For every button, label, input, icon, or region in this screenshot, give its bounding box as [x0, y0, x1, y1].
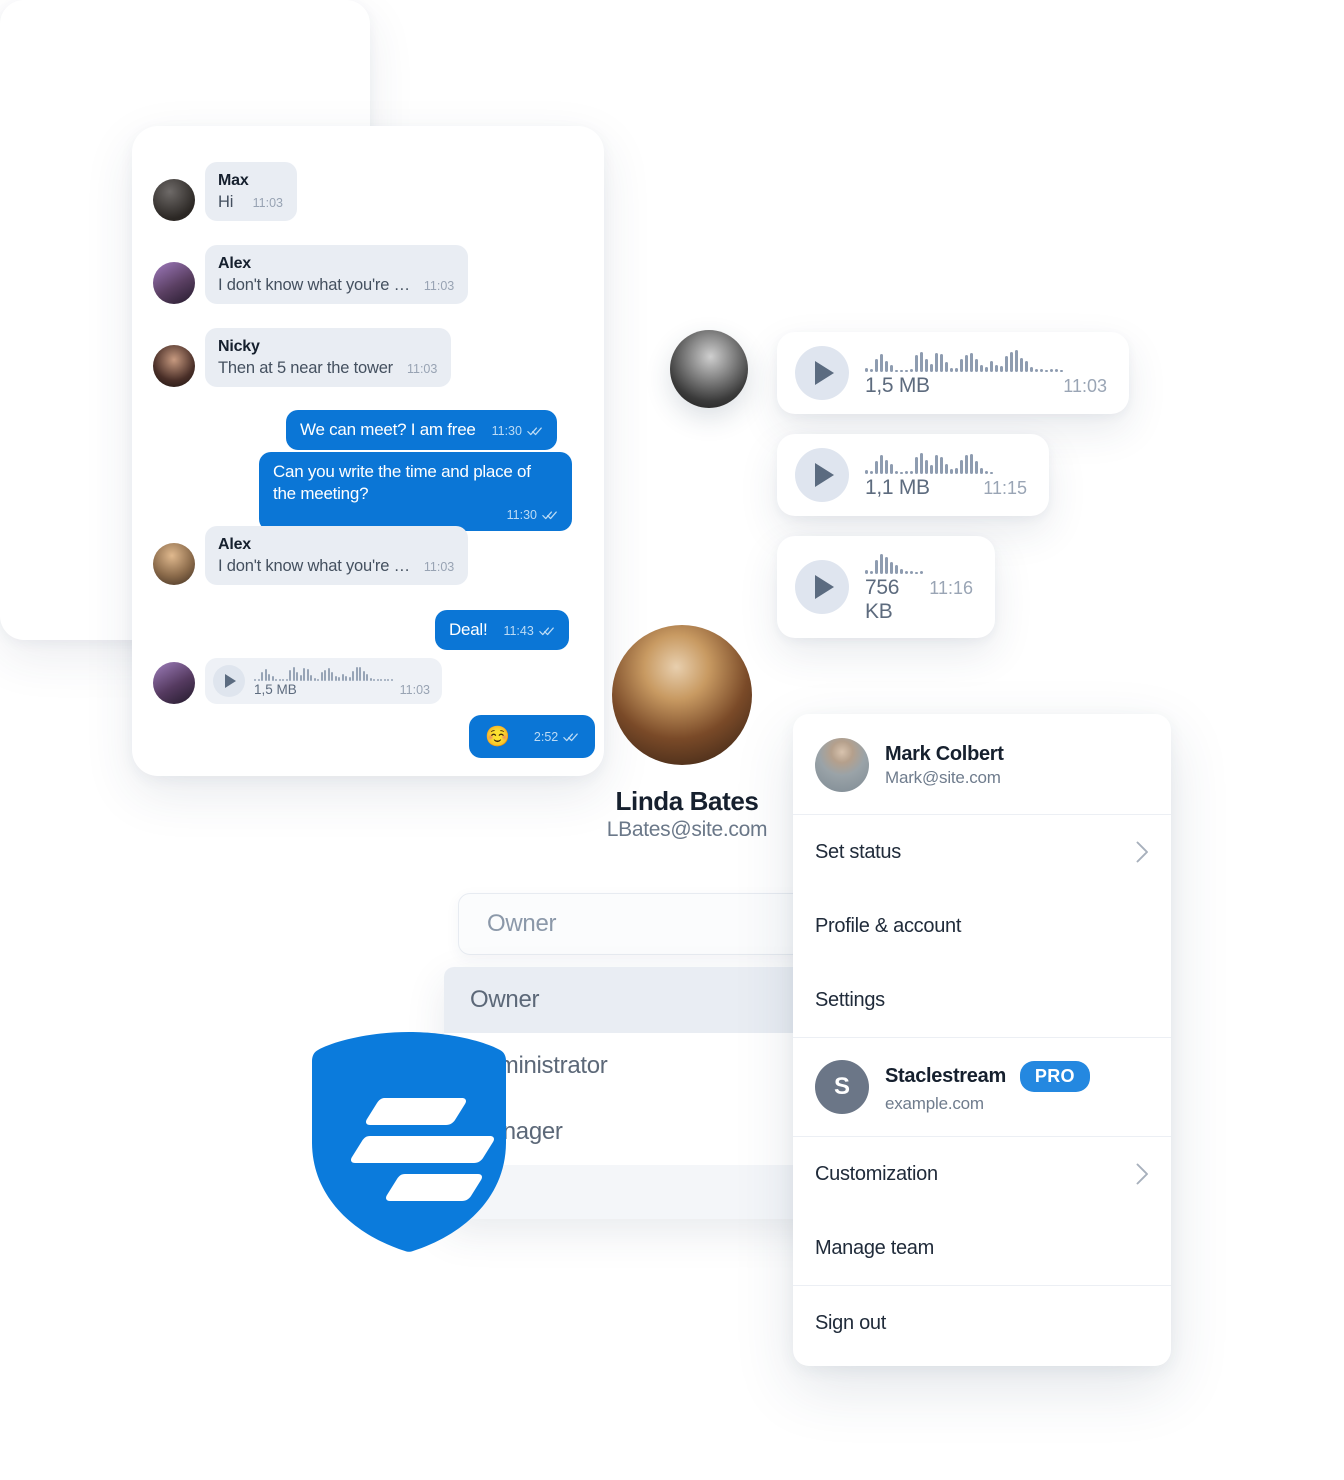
app-screenshot: Max Hi 11:03 Alex I don't know what you'…: [0, 0, 1344, 1480]
workspace-avatar: S: [815, 1060, 869, 1114]
menu-item-label: Customization: [815, 1162, 938, 1185]
menu-item-label: Sign out: [815, 1311, 886, 1334]
profile-email: LBates@site.com: [606, 818, 768, 841]
voice-card[interactable]: 1,1 MB 11:15: [777, 434, 1049, 516]
profile-name: Linda Bates: [615, 786, 759, 816]
chevron-right-icon: [1136, 841, 1148, 863]
waveform: [254, 665, 430, 681]
message-text: Can you write the time and place of the …: [273, 462, 531, 504]
avatar: [153, 179, 195, 221]
menu-item-profile-account[interactable]: Profile & account: [793, 889, 1171, 963]
message-time: 11:03: [252, 196, 283, 210]
voice-card[interactable]: 1,5 MB 11:03: [777, 332, 1129, 414]
chat-panel: Max Hi 11:03 Alex I don't know what you'…: [132, 126, 604, 776]
message-time: 11:03: [423, 279, 455, 293]
message-time: 11:03: [423, 560, 455, 574]
incoming-bubble: Max Hi 11:03: [205, 162, 297, 221]
menu-item-label: Manage team: [815, 1236, 934, 1259]
account-name: Mark Colbert: [885, 742, 1004, 765]
emoji: ☺️: [485, 726, 510, 748]
role-option-owner[interactable]: Owner: [444, 967, 850, 1033]
avatar: [153, 662, 195, 704]
file-size: 756 KB: [865, 576, 900, 623]
outgoing-bubble[interactable]: Deal! 11:43: [435, 610, 569, 651]
menu-item-customization[interactable]: Customization: [793, 1137, 1171, 1211]
message-time: 11:16: [929, 578, 973, 598]
account-header[interactable]: Mark Colbert Mark@site.com: [793, 714, 1171, 814]
read-receipt-icon: [563, 732, 579, 741]
menu-item-label: Profile & account: [815, 914, 962, 937]
role-select-placeholder: Owner: [487, 910, 557, 937]
message-text: We can meet? I am free: [300, 420, 476, 439]
message-time: 11:30: [506, 507, 537, 522]
sender-name: Alex: [218, 255, 251, 272]
message-time: 2:52: [533, 729, 559, 744]
sender-name: Nicky: [218, 338, 260, 355]
message-time: 11:30: [491, 424, 522, 438]
incoming-bubble: Alex I don't know what you're … 11:03: [205, 526, 469, 585]
workspace-domain: example.com: [885, 1093, 984, 1113]
read-receipt-icon: [542, 511, 557, 520]
incoming-bubble: Nicky Then at 5 near the tower 11:03: [205, 328, 452, 387]
file-size: 1,1 MB: [865, 476, 930, 499]
profile-avatar: [612, 625, 752, 765]
play-icon[interactable]: [213, 665, 245, 697]
shield-logo-icon: [312, 1032, 506, 1252]
chevron-right-icon: [1136, 1163, 1148, 1185]
chat-voice-row[interactable]: 1,5 MB 11:03: [153, 658, 442, 704]
message-time: 11:03: [399, 683, 430, 697]
contact-avatar: [670, 330, 748, 408]
play-icon[interactable]: [795, 346, 849, 400]
chat-message-row[interactable]: Max Hi 11:03: [153, 162, 297, 221]
play-icon[interactable]: [795, 448, 849, 502]
outgoing-emoji-bubble[interactable]: ☺️ 2:52: [469, 715, 596, 758]
incoming-bubble: Alex I don't know what you're … 11:03: [205, 245, 469, 304]
menu-item-set-status[interactable]: Set status: [793, 815, 1171, 889]
voice-card[interactable]: 756 KB 11:16: [777, 536, 995, 638]
read-receipt-icon: [539, 627, 554, 636]
message-time: 11:15: [983, 478, 1027, 498]
voice-message[interactable]: 1,5 MB 11:03: [205, 658, 442, 704]
message-text: I don't know what you're …: [218, 276, 410, 294]
file-size: 1,5 MB: [254, 682, 297, 697]
sender-name: Alex: [218, 536, 251, 553]
account-email: Mark@site.com: [885, 767, 1001, 787]
workspace-name: Staclestream: [885, 1064, 1006, 1087]
sender-name: Max: [218, 172, 249, 189]
message-text: Then at 5 near the tower: [218, 359, 393, 377]
message-time: 11:03: [1063, 376, 1107, 396]
file-size: 1,5 MB: [865, 374, 930, 397]
message-text: I don't know what you're …: [218, 557, 410, 575]
avatar: [153, 543, 195, 585]
outgoing-bubble[interactable]: Can you write the time and place of the …: [259, 452, 572, 531]
outgoing-bubble[interactable]: We can meet? I am free 11:30: [286, 410, 557, 451]
menu-item-manage-team[interactable]: Manage team: [793, 1211, 1171, 1285]
message-time: 11:43: [503, 624, 534, 638]
avatar: [815, 738, 869, 792]
menu-item-settings[interactable]: Settings: [793, 963, 1171, 1037]
avatar: [153, 345, 195, 387]
menu-item-label: Settings: [815, 988, 885, 1011]
waveform: [865, 550, 973, 574]
waveform: [865, 348, 1107, 372]
message-time: 11:03: [406, 362, 438, 376]
play-icon[interactable]: [795, 560, 849, 614]
menu-item-sign-out[interactable]: Sign out: [793, 1286, 1171, 1360]
role-select-input[interactable]: Owner: [458, 893, 850, 955]
pro-badge: PRO: [1019, 1060, 1090, 1092]
read-receipt-icon: [527, 427, 542, 436]
chat-message-row[interactable]: Alex I don't know what you're … 11:03: [153, 245, 469, 304]
avatar: [153, 262, 195, 304]
menu-item-label: Set status: [815, 840, 901, 863]
workspace-row[interactable]: S Staclestream PRO example.com: [793, 1038, 1171, 1136]
chat-message-row[interactable]: Alex I don't know what you're … 11:03: [153, 526, 469, 585]
account-menu-panel: Mark Colbert Mark@site.com Set status Pr…: [793, 714, 1171, 1366]
message-text: Deal!: [449, 620, 488, 639]
message-text: Hi: [218, 193, 234, 211]
chat-message-row[interactable]: Nicky Then at 5 near the tower 11:03: [153, 328, 452, 387]
waveform: [865, 450, 1027, 474]
